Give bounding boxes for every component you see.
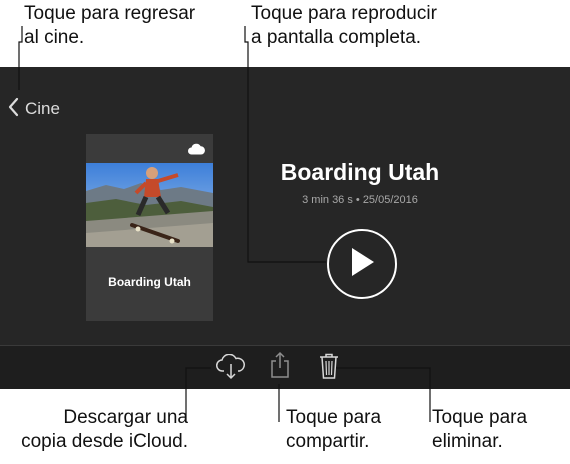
leader-line-delete <box>336 367 431 422</box>
leader-line-download <box>185 367 211 422</box>
leader-line-play <box>244 26 326 263</box>
leader-line-group <box>18 26 431 422</box>
leader-line-back <box>18 26 23 90</box>
callout-leader-lines <box>18 26 431 422</box>
